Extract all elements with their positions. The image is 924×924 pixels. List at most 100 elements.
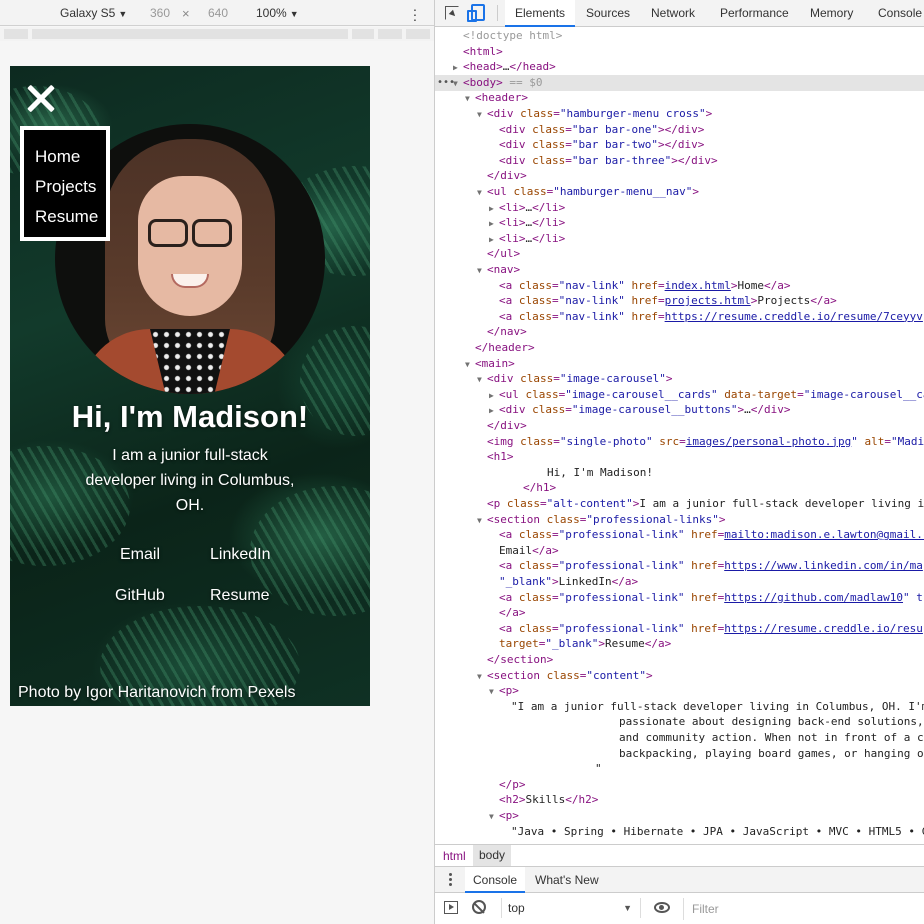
dom-node-line[interactable]: ▼ <div class="hamburger-menu cross">	[435, 106, 924, 122]
dom-node-line[interactable]: <!doctype html>	[435, 28, 924, 44]
drawer-menu-icon[interactable]	[449, 873, 453, 888]
resume-link[interactable]: Resume	[210, 587, 270, 605]
dom-node-line[interactable]: "Java • Spring • Hibernate • JPA • JavaS…	[435, 824, 924, 840]
dom-node-line[interactable]: Email</a>	[435, 543, 924, 559]
dom-node-line[interactable]: ▼ <div class="image-carousel">	[435, 371, 924, 387]
collapse-arrow-icon[interactable]: ▼	[477, 372, 487, 388]
dom-token[interactable]: mailto:madison.e.lawton@gmail.c	[724, 528, 924, 541]
expand-arrow-icon[interactable]: ▶	[489, 201, 499, 217]
dom-node-line[interactable]: Hi, I'm Madison!	[435, 465, 924, 481]
email-link[interactable]: Email	[120, 546, 160, 564]
console-filter-input[interactable]	[683, 898, 924, 920]
viewport-width-input[interactable]: 360	[150, 6, 170, 20]
dom-node-line[interactable]: <a class="professional-link" href=https:…	[435, 558, 924, 574]
collapse-arrow-icon[interactable]: ▼	[477, 185, 487, 201]
dom-node-line[interactable]: ▼ <main>	[435, 356, 924, 372]
tab-elements[interactable]: Elements	[505, 0, 576, 27]
dom-node-line[interactable]: </div>	[435, 168, 924, 184]
dom-node-line[interactable]: "_blank">LinkedIn</a>	[435, 574, 924, 590]
dom-node-line[interactable]: ▼ <section class="content">	[435, 668, 924, 684]
dom-node-line[interactable]: "I am a junior full-stack developer livi…	[435, 699, 924, 715]
dom-node-line[interactable]: </div>	[435, 418, 924, 434]
nav-link-resume[interactable]: Resume	[24, 202, 106, 232]
tab-network[interactable]: Network	[651, 0, 695, 27]
dom-node-line[interactable]: passionate about designing back-end solu…	[435, 714, 924, 730]
dom-node-line[interactable]: </p>	[435, 777, 924, 793]
dom-node-line[interactable]: <p class="alt-content">I am a junior ful…	[435, 496, 924, 512]
dom-node-line[interactable]: <a class="professional-link" href=https:…	[435, 590, 924, 606]
dom-node-line[interactable]: </section>	[435, 652, 924, 668]
dom-node-line[interactable]: </header>	[435, 340, 924, 356]
dom-token[interactable]: https://www.linkedin.com/in/ma	[724, 559, 923, 572]
dom-token[interactable]: https://github.com/madlaw10	[724, 591, 903, 604]
dom-node-line[interactable]: <div class="bar bar-three"></div>	[435, 153, 924, 169]
inspect-element-icon[interactable]	[445, 6, 459, 20]
dom-node-line[interactable]: <a class="nav-link" href=projects.html>P…	[435, 293, 924, 309]
expand-arrow-icon[interactable]: ▶	[489, 388, 499, 404]
more-options-icon[interactable]: · · ·	[410, 2, 420, 26]
dom-node-line[interactable]: </ul>	[435, 246, 924, 262]
drawer-tab-whats-new[interactable]: What's New	[535, 867, 599, 893]
close-menu-icon[interactable]	[26, 84, 56, 114]
zoom-select[interactable]: 100% ▼	[256, 6, 299, 20]
github-link[interactable]: GitHub	[115, 587, 165, 605]
dom-node-line[interactable]: </h1>	[435, 480, 924, 496]
dom-token[interactable]: projects.html	[665, 294, 751, 307]
tab-performance[interactable]: Performance	[720, 0, 789, 27]
linkedin-link[interactable]: LinkedIn	[210, 546, 271, 564]
dom-node-line[interactable]: ▼ <ul class="hamburger-menu__nav">	[435, 184, 924, 200]
dom-node-line[interactable]: <a class="nav-link" href=https://resume.…	[435, 309, 924, 325]
dom-node-line[interactable]: <a class="nav-link" href=index.html>Home…	[435, 278, 924, 294]
dom-node-line[interactable]: ▶ <li>…</li>	[435, 231, 924, 247]
dom-node-line[interactable]: ▶ <li>…</li>	[435, 200, 924, 216]
dom-node-line[interactable]: ••• ▼ <body> == $0	[435, 74, 924, 91]
collapse-arrow-icon[interactable]: ▼	[489, 809, 499, 825]
dom-node-line[interactable]: <a class="professional-link" href=https:…	[435, 621, 924, 637]
collapse-arrow-icon[interactable]: ▼	[477, 513, 487, 529]
context-select[interactable]: top ▼	[501, 898, 641, 918]
dom-node-line[interactable]: <div class="bar bar-one"></div>	[435, 122, 924, 138]
dom-node-line[interactable]: <html>	[435, 44, 924, 60]
dom-node-line[interactable]: ▼ <p>	[435, 683, 924, 699]
clear-console-icon[interactable]	[472, 900, 486, 914]
nav-link-projects[interactable]: Projects	[24, 172, 106, 202]
tab-memory[interactable]: Memory	[810, 0, 853, 27]
node-actions-icon[interactable]: •••	[437, 75, 455, 91]
dom-node-line[interactable]: <a class="professional-link" href=mailto…	[435, 527, 924, 543]
expand-arrow-icon[interactable]: ▶	[489, 232, 499, 248]
dom-node-line[interactable]: ▶ <ul class = "image-carousel__cards" data-…	[435, 387, 924, 403]
dom-node-line[interactable]: "	[435, 761, 924, 777]
dom-node-line[interactable]: ▶ <head>…</head>	[435, 59, 924, 75]
dom-token[interactable]: images/personal-photo.jpg	[686, 435, 852, 448]
expand-arrow-icon[interactable]: ▶	[453, 60, 463, 76]
dom-node-line[interactable]: <h1>	[435, 449, 924, 465]
device-select[interactable]: Galaxy S5 ▼	[60, 6, 127, 20]
drawer-tab-console[interactable]: Console	[465, 867, 526, 893]
dom-node-line[interactable]: <img class="single-photo" src=images/per…	[435, 434, 924, 450]
dom-node-line[interactable]: ▼ <section class="professional-links">	[435, 512, 924, 528]
collapse-arrow-icon[interactable]: ▼	[477, 107, 487, 123]
dom-node-line[interactable]: </nav>	[435, 324, 924, 340]
dom-node-line[interactable]: backpacking, playing board games, or han…	[435, 746, 924, 762]
live-expression-eye-icon[interactable]	[654, 902, 670, 913]
nav-link-home[interactable]: Home	[24, 142, 106, 172]
collapse-arrow-icon[interactable]: ▼	[465, 357, 475, 373]
dom-node-line[interactable]: ▼ <p>	[435, 808, 924, 824]
tab-sources[interactable]: Sources	[586, 0, 630, 27]
dom-node-line[interactable]: <div class="bar bar-two"></div>	[435, 137, 924, 153]
dom-node-line[interactable]: </a>	[435, 605, 924, 621]
expand-arrow-icon[interactable]: ▶	[489, 216, 499, 232]
dom-node-line[interactable]: <h2>Skills</h2>	[435, 792, 924, 808]
collapse-arrow-icon[interactable]: ▼	[465, 91, 475, 107]
dom-node-line[interactable]: ▼ <header>	[435, 90, 924, 106]
collapse-arrow-icon[interactable]: ▼	[477, 263, 487, 279]
expand-arrow-icon[interactable]: ▶	[489, 403, 499, 419]
show-sidebar-icon[interactable]	[444, 901, 458, 914]
breadcrumb-body[interactable]: body	[473, 845, 512, 866]
viewport-height-input[interactable]: 640	[208, 6, 228, 20]
dom-node-line[interactable]: and community action. When not in front …	[435, 730, 924, 746]
device-toggle-icon[interactable]	[467, 4, 485, 22]
dom-token[interactable]: index.html	[665, 279, 731, 292]
tab-console[interactable]: Console	[878, 0, 922, 27]
breadcrumb-html[interactable]: html	[443, 849, 466, 863]
